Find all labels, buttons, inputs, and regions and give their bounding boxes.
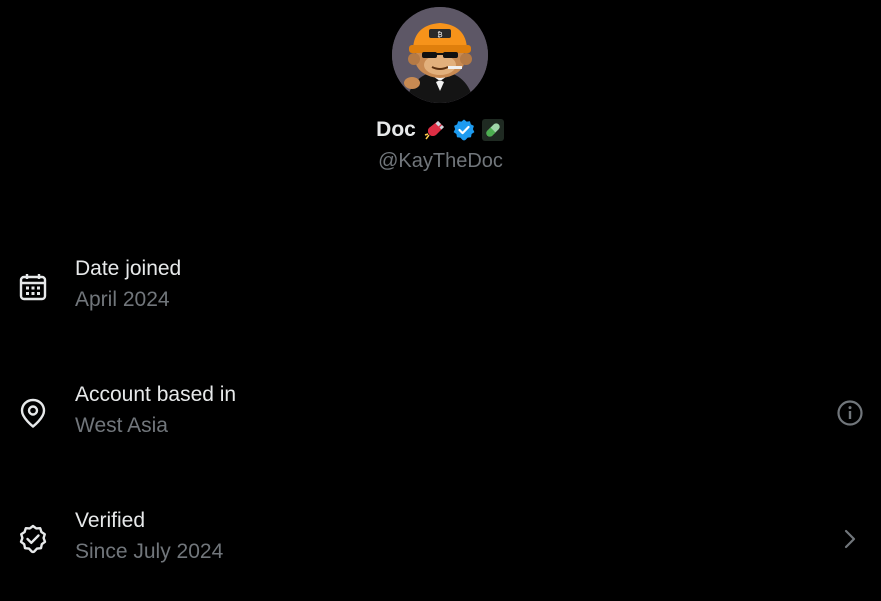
date-joined-row: Date joined April 2024 [0, 257, 881, 327]
svg-text:₿: ₿ [437, 31, 442, 39]
avatar-image: ₿ [392, 7, 488, 103]
date-joined-value: April 2024 [75, 288, 170, 311]
info-icon[interactable] [835, 398, 865, 428]
pill-emoji-icon [481, 118, 505, 142]
account-based-in-row: Account based in West Asia [0, 383, 881, 453]
verified-check-icon [19, 524, 47, 554]
account-based-in-value: West Asia [75, 414, 168, 437]
verified-badge-icon[interactable] [452, 118, 476, 142]
account-based-in-label: Account based in [75, 383, 237, 406]
calendar-icon [19, 274, 47, 301]
chevron-right-icon[interactable] [835, 524, 865, 554]
verified-label: Verified [75, 509, 146, 532]
location-pin-icon [20, 398, 46, 428]
verified-row[interactable]: Verified Since July 2024 [0, 509, 881, 579]
date-joined-label: Date joined [75, 257, 182, 280]
avatar[interactable]: ₿ [392, 7, 488, 103]
profile-name-row: Doc [0, 116, 881, 144]
profile-handle: @KayTheDoc [378, 150, 503, 172]
display-name: Doc [376, 118, 416, 141]
verified-value: Since July 2024 [75, 540, 224, 563]
magnet-emoji-icon [423, 118, 447, 142]
